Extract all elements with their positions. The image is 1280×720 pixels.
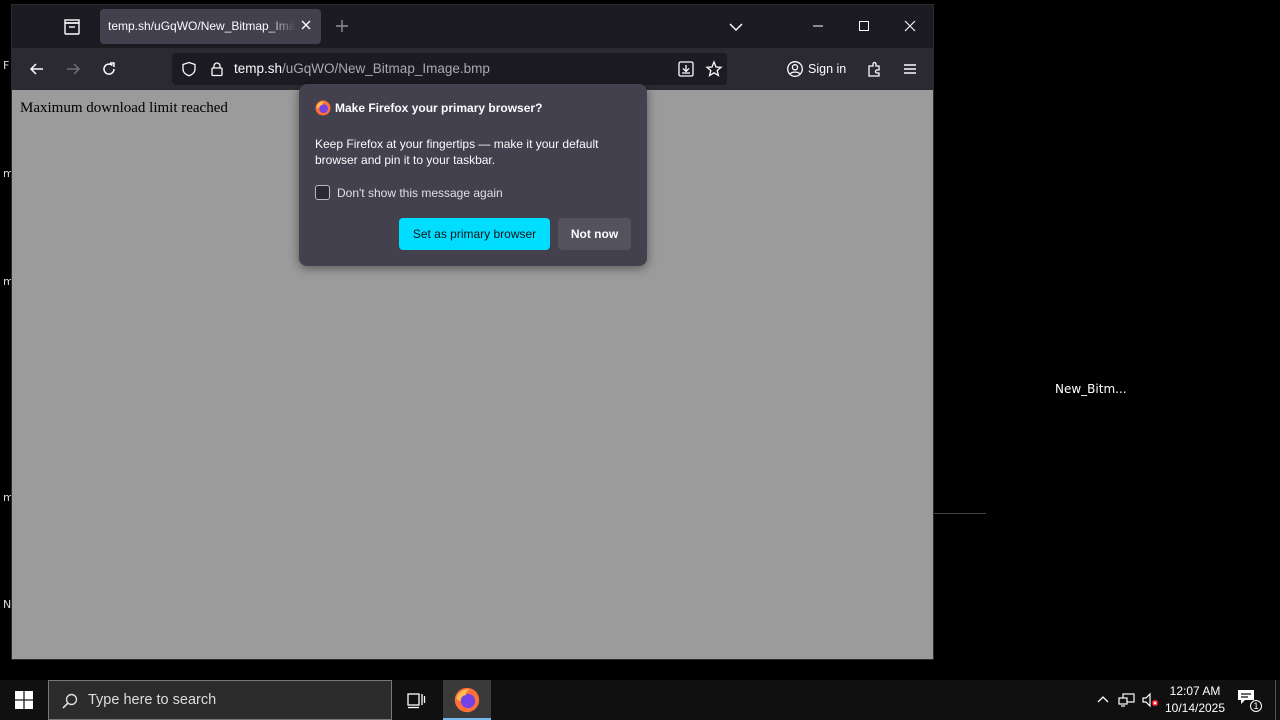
- minimize-button[interactable]: [803, 13, 833, 39]
- reload-button[interactable]: [96, 57, 122, 81]
- network-button[interactable]: [1117, 690, 1137, 710]
- clock-date: 10/14/2025: [1164, 701, 1226, 715]
- search-icon: [62, 693, 78, 709]
- account-icon: [787, 61, 803, 77]
- popup-title: Make Firefox your primary browser?: [335, 101, 543, 115]
- page-message: Maximum download limit reached: [20, 100, 228, 116]
- arrow-right-icon: [67, 63, 81, 75]
- volume-button[interactable]: [1140, 690, 1160, 710]
- arrow-left-icon: [29, 63, 43, 75]
- not-now-button[interactable]: Not now: [558, 218, 631, 250]
- default-browser-popup: Make Firefox your primary browser? Keep …: [299, 84, 647, 266]
- url-bar[interactable]: temp.sh/uGqWO/New_Bitmap_Image.bmp: [172, 53, 727, 85]
- desktop-icon-new-bitmap[interactable]: New_Bitm...: [1055, 382, 1127, 396]
- tab-list-button[interactable]: [60, 16, 84, 38]
- tab-bar: temp.sh/uGqWO/New_Bitmap_Image.bmp: [12, 5, 933, 48]
- task-view-icon: [407, 693, 426, 709]
- taskbar-firefox-button[interactable]: [443, 680, 491, 720]
- clock-time: 12:07 AM: [1169, 684, 1221, 698]
- download-page-icon[interactable]: [677, 60, 695, 78]
- new-tab-icon[interactable]: [334, 18, 350, 34]
- taskbar-search-box[interactable]: Type here to search: [48, 680, 392, 720]
- popup-body: Keep Firefox at your fingertips — make i…: [315, 137, 599, 167]
- notification-center-button[interactable]: 1: [1236, 688, 1262, 712]
- close-tab-icon[interactable]: [299, 18, 313, 32]
- url-host: temp.sh: [234, 61, 283, 76]
- dont-show-again-label[interactable]: Don't show this message again: [337, 186, 503, 200]
- close-icon: [904, 20, 916, 32]
- taskbar-clock[interactable]: 12:07 AM 10/14/2025: [1160, 683, 1230, 717]
- taskbar: Type here to search 12:07 AM 10/14/2025 …: [0, 680, 1280, 720]
- network-icon: [1118, 693, 1135, 707]
- notification-count-badge: 1: [1250, 700, 1262, 712]
- desktop-icon-label-partial[interactable]: N: [3, 598, 11, 611]
- bookmark-star-icon[interactable]: [705, 60, 723, 78]
- url-path: /uGqWO/New_Bitmap_Image.bmp: [282, 61, 490, 76]
- hamburger-menu-icon: [904, 64, 916, 74]
- reload-icon: [103, 62, 115, 75]
- chevron-down-icon[interactable]: [728, 19, 744, 35]
- tab-list-icon: [64, 19, 80, 35]
- start-button[interactable]: [0, 680, 48, 720]
- lock-icon[interactable]: [209, 61, 225, 77]
- back-button[interactable]: [24, 57, 50, 81]
- volume-muted-icon: [1142, 692, 1159, 708]
- close-window-button[interactable]: [895, 13, 925, 39]
- windows-logo-icon: [15, 691, 33, 709]
- sign-in-label: Sign in: [808, 62, 847, 76]
- task-view-button[interactable]: [395, 680, 437, 720]
- tab-title: temp.sh/uGqWO/New_Bitmap_Image.bmp: [108, 19, 296, 33]
- extensions-button[interactable]: [862, 57, 888, 81]
- maximize-icon: [859, 21, 869, 31]
- maximize-button[interactable]: [849, 13, 879, 39]
- app-menu-button[interactable]: [897, 57, 923, 81]
- dont-show-again-checkbox[interactable]: [315, 185, 330, 200]
- tab-active[interactable]: temp.sh/uGqWO/New_Bitmap_Image.bmp: [100, 9, 321, 44]
- puzzle-icon: [868, 61, 880, 77]
- desktop-icon-label-partial[interactable]: F: [3, 59, 9, 72]
- url-text[interactable]: temp.sh/uGqWO/New_Bitmap_Image.bmp: [234, 61, 490, 76]
- taskbar-search-placeholder: Type here to search: [88, 692, 217, 708]
- sign-in-button[interactable]: Sign in: [778, 53, 854, 85]
- chevron-up-icon: [1097, 696, 1109, 703]
- forward-button[interactable]: [60, 57, 86, 81]
- firefox-logo-icon: [454, 687, 480, 713]
- minimize-icon: [813, 25, 823, 27]
- set-primary-browser-button[interactable]: Set as primary browser: [399, 218, 550, 250]
- show-hidden-icons-button[interactable]: [1093, 690, 1113, 710]
- firefox-logo-icon: [315, 100, 331, 116]
- tracking-protection-shield-icon[interactable]: [181, 61, 197, 77]
- show-desktop-button[interactable]: [1275, 680, 1276, 720]
